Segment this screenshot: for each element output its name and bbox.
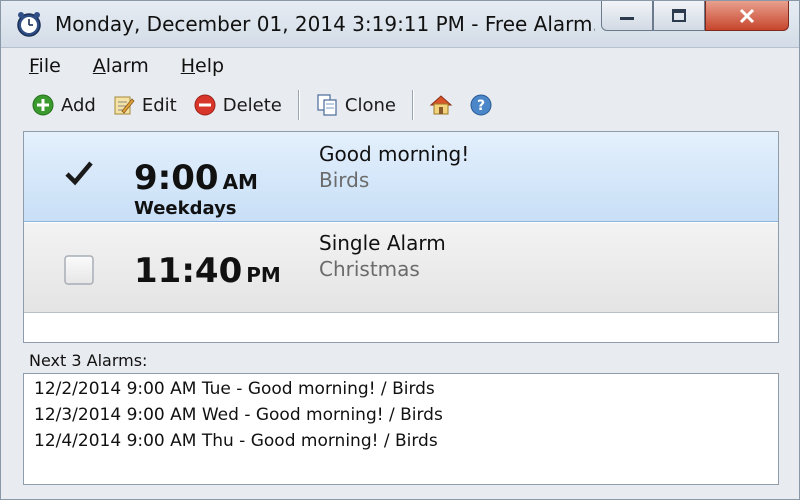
- menu-alarm[interactable]: Alarm: [77, 51, 165, 81]
- alarm-clock-icon[interactable]: [15, 10, 43, 38]
- clone-button[interactable]: Clone: [307, 88, 404, 122]
- window-title: Monday, December 01, 2014 3:19:11 PM - F…: [55, 12, 595, 36]
- menu-file-label: ile: [38, 55, 61, 77]
- checkbox-unchecked[interactable]: [64, 255, 94, 285]
- alarm-ampm: PM: [246, 263, 281, 287]
- add-label: Add: [61, 94, 96, 116]
- help-button[interactable]: ?: [461, 88, 501, 122]
- alarm-list[interactable]: 9:00 AM Weekdays Good morning! Birds 11:4…: [23, 131, 779, 343]
- alarm-time-value: 11:40: [134, 251, 243, 291]
- close-button[interactable]: [705, 1, 789, 31]
- edit-icon: [114, 96, 135, 115]
- next-alarms-label: Next 3 Alarms:: [29, 351, 148, 370]
- alarm-time-value: 9:00: [134, 158, 219, 198]
- menu-alarm-label: larm: [105, 55, 149, 77]
- menu-file-mnemonic: F: [29, 55, 39, 77]
- svg-text:?: ?: [477, 98, 485, 114]
- alarm-row[interactable]: 11:40 PM Single Alarm Christmas: [24, 223, 778, 313]
- toolbar-separator: [411, 90, 413, 120]
- alarm-time: 11:40 PM: [134, 251, 281, 291]
- help-icon: ?: [470, 94, 492, 116]
- add-icon: [32, 94, 54, 116]
- app-window: Monday, December 01, 2014 3:19:11 PM - F…: [0, 0, 800, 500]
- alarm-title: Good morning!: [319, 142, 470, 166]
- toolbar: Add Edit Delete Clone ?: [23, 87, 501, 123]
- alarm-repeat: Weekdays: [134, 198, 237, 219]
- clone-label: Clone: [344, 94, 396, 116]
- minimize-button[interactable]: [601, 1, 653, 31]
- maximize-button[interactable]: [653, 1, 705, 31]
- add-button[interactable]: Add: [23, 88, 104, 122]
- next-alarm-item: 12/2/2014 9:00 AM Tue - Good morning! / …: [34, 379, 435, 399]
- menu-help-label: elp: [195, 55, 225, 77]
- next-alarm-item: 12/4/2014 9:00 AM Thu - Good morning! / …: [34, 431, 438, 451]
- menu-file[interactable]: File: [13, 51, 77, 81]
- alarm-ampm: AM: [222, 170, 258, 194]
- delete-button[interactable]: Delete: [185, 88, 290, 122]
- edit-button[interactable]: Edit: [104, 88, 185, 122]
- toolbar-separator: [297, 90, 299, 120]
- delete-icon: [194, 94, 216, 116]
- menu-help-mnemonic: H: [180, 55, 196, 77]
- menu-bar: File Alarm Help: [13, 51, 240, 81]
- clone-icon: [317, 94, 337, 116]
- maximize-icon: [672, 8, 686, 22]
- close-icon: [739, 8, 755, 23]
- window-controls: [601, 1, 789, 37]
- checkbox-checked[interactable]: [64, 158, 94, 188]
- alarm-row[interactable]: 9:00 AM Weekdays Good morning! Birds: [24, 132, 778, 222]
- edit-label: Edit: [141, 94, 177, 116]
- alarm-sound: Birds: [319, 168, 370, 192]
- menu-help[interactable]: Help: [165, 51, 240, 81]
- minimize-icon: [620, 16, 634, 20]
- home-icon: [429, 95, 453, 115]
- alarm-sound: Christmas: [319, 257, 420, 281]
- home-button[interactable]: [421, 88, 461, 122]
- next-alarm-item: 12/3/2014 9:00 AM Wed - Good morning! / …: [34, 405, 443, 425]
- delete-label: Delete: [222, 94, 282, 116]
- alarm-title: Single Alarm: [319, 231, 446, 255]
- menu-alarm-mnemonic: A: [92, 55, 106, 77]
- alarm-time: 9:00 AM: [134, 158, 258, 198]
- next-alarms-list[interactable]: 12/2/2014 9:00 AM Tue - Good morning! / …: [23, 373, 779, 485]
- title-bar[interactable]: Monday, December 01, 2014 3:19:11 PM - F…: [1, 1, 799, 48]
